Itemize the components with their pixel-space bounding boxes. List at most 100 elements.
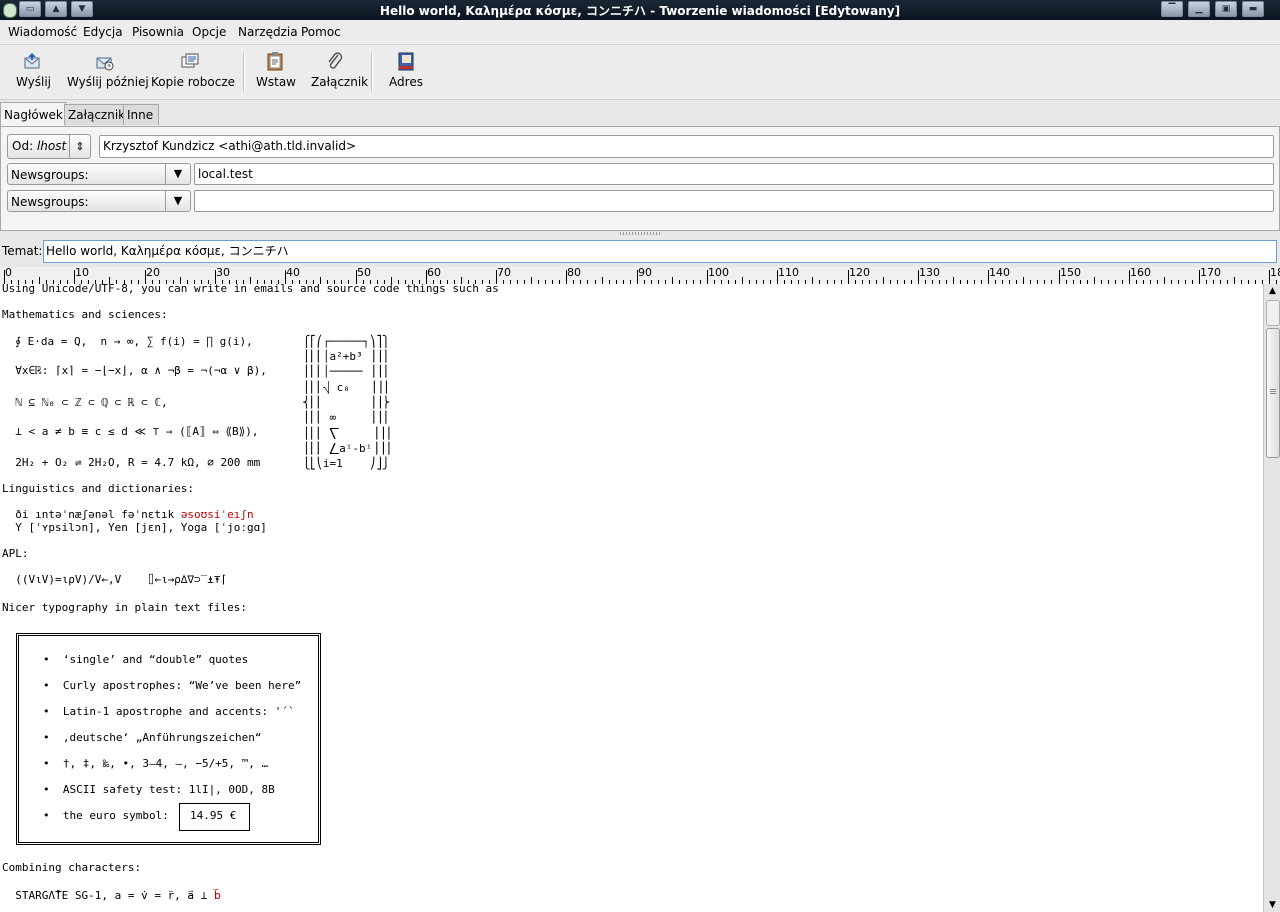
drafts-icon <box>180 51 200 71</box>
ruler-tick <box>812 277 813 284</box>
body-line: ∮ E⋅da = Q, n → ∞, ∑ f(i) = ∏ g(i), <box>2 335 253 348</box>
ruler-label: 90 <box>638 267 652 279</box>
menu-message[interactable]: Wiadomość <box>8 25 77 39</box>
section-heading: Nicer typography in plain text files: <box>2 601 248 614</box>
ruler-tick <box>39 277 40 284</box>
formula-line: ⎪⎢⎜ ∞ ⎟⎥⎪ <box>303 411 390 424</box>
title-bar: ▭ ▲ ▼ Hello world, Καλημέρα κόσμε, コンニチハ… <box>0 0 1280 20</box>
maximize-icon: ▣ <box>1221 4 1231 14</box>
ruler-tick <box>1164 277 1165 284</box>
identity-selector[interactable]: Od: lhost ⇕ <box>7 134 91 159</box>
clipboard-icon <box>265 51 285 71</box>
body-line: Using Unicode/UTF-8, you can write in em… <box>2 284 499 295</box>
identity-name: lhost <box>36 139 67 153</box>
formula-line: ⎧⎡⎛┌─────┐⎞⎤⎫ <box>303 335 390 348</box>
ruler-label: 140 <box>989 267 1010 279</box>
ruler-label: 110 <box>778 267 799 279</box>
section-heading: Linguistics and dictionaries: <box>2 482 195 495</box>
formula-line: ⎨⎢⎜ ⎟⎥⎬ <box>303 396 390 409</box>
euro-value: 14.95 € <box>190 809 237 822</box>
menu-options[interactable]: Opcje <box>192 25 226 39</box>
ruler-label: 130 <box>919 267 940 279</box>
vertical-scrollbar[interactable]: ▲ ▼ <box>1263 284 1280 912</box>
bullet-item: • Latin-1 apostrophe and accents: '´` <box>43 705 295 718</box>
ruler-tick <box>180 277 181 284</box>
ruler-tick <box>461 277 462 284</box>
ruler-tick <box>320 277 321 284</box>
ruler-label: 100 <box>708 267 729 279</box>
recipient-type-select-2[interactable]: Newsgroups: ▼ <box>7 190 191 212</box>
ruler-label: 20 <box>146 267 160 279</box>
grip-icon <box>620 232 660 235</box>
section-heading: Combining characters: <box>2 861 142 874</box>
address-book-icon <box>396 51 416 71</box>
ruler-tick <box>742 277 743 284</box>
ruler-label: 40 <box>286 267 300 279</box>
attachment-button[interactable]: Załącznik <box>311 51 368 89</box>
address-button[interactable]: Adres <box>389 51 423 89</box>
menu-edit[interactable]: Edycja <box>83 25 123 39</box>
minimize-button[interactable]: ▁ <box>1188 1 1210 17</box>
ruler-label: 60 <box>427 267 441 279</box>
formula-line: ⎪⎢⎜ ⎳aⁱ-bⁱ⎟⎥⎪ <box>303 442 393 455</box>
recipient-type-select-1[interactable]: Newsgroups: ▼ <box>7 163 191 185</box>
ruler-label: 18 <box>1270 267 1280 279</box>
close-button[interactable]: ▬ <box>1242 1 1264 17</box>
toolbar-separator <box>243 53 245 91</box>
bullet-item: • ‚deutsche‘ „Anführungszeichen“ <box>43 731 262 744</box>
grip-icon <box>1270 389 1276 395</box>
tab-header[interactable]: Nagłówek <box>0 102 66 127</box>
send-later-icon <box>94 51 114 71</box>
body-line: ∀x∈ℝ: ⌈x⌉ = −⌊−x⌋, α ∧ ¬β = ¬(¬α ∨ β), <box>2 364 267 377</box>
menu-tools[interactable]: Narzędzia <box>238 25 298 39</box>
tab-other[interactable]: Inne <box>123 104 159 125</box>
body-line: STARGΛ̊TE SG-1, a = v̇ = r̈, a⃑ ⊥ b⃑ <box>2 889 222 902</box>
body-line: ði ıntəˈnæʃənəl fəˈnɛtık əsoʊsiˈeıʃn <box>2 508 254 521</box>
scroll-track-segment <box>1266 300 1280 326</box>
header-panel: Od: lhost ⇕ Krzysztof Kundzicz <athi@ath… <box>0 126 1280 231</box>
send-later-button[interactable]: Wyślij później <box>67 51 149 89</box>
formula-line: ⎪⎢⎜⎷ c₈ ⎟⎥⎪ <box>303 381 390 394</box>
recipient-field-2[interactable] <box>194 190 1274 212</box>
subject-label: Temat: <box>2 244 43 258</box>
from-label: Od: <box>12 139 34 153</box>
subject-input[interactable]: Hello world, Καλημέρα κόσμε, コンニチハ <box>43 240 1277 263</box>
paperclip-icon <box>325 51 345 71</box>
minimize-icon: ▁ <box>1195 4 1203 14</box>
send-button[interactable]: Wyślij <box>16 51 51 89</box>
help-button[interactable]: ▔ <box>1161 1 1183 17</box>
ruler: 0 10 20 30 40 50 60 70 80 90 100 110 120 130 140 150 160… <box>0 267 1280 284</box>
scroll-thumb[interactable] <box>1266 328 1280 458</box>
header-splitter[interactable] <box>0 229 1280 239</box>
ruler-label: 70 <box>497 267 511 279</box>
maximize-button[interactable]: ▣ <box>1215 1 1237 17</box>
ruler-tick <box>1023 277 1024 284</box>
message-editor[interactable]: Using Unicode/UTF-8, you can write in em… <box>0 284 1263 912</box>
scroll-up-icon[interactable]: ▲ <box>1265 284 1280 298</box>
ruler-tick <box>953 277 954 284</box>
body-line: ℕ ⊆ ℕ₀ ⊂ ℤ ⊂ ℚ ⊂ ℝ ⊂ ℂ, <box>2 396 168 409</box>
formula-line: ⎪⎢⎜│───── ⎟⎥⎪ <box>303 365 390 378</box>
ruler-label: 50 <box>357 267 371 279</box>
ruler-label: 80 <box>567 267 581 279</box>
toolbar: Wyślij Wyślij później Kopie robocze Wsta… <box>0 45 1280 100</box>
window-title: Hello world, Καλημέρα κόσμε, コンニチハ - Two… <box>379 4 901 18</box>
ruler-tick <box>531 277 532 284</box>
recipient-field-1[interactable]: local.test <box>194 163 1274 185</box>
ruler-label: 120 <box>849 267 870 279</box>
chevron-down-icon: ▼ <box>165 164 190 184</box>
menu-bar: Wiadomość Edycja Pisownia Opcje Narzędzi… <box>0 20 1280 45</box>
insert-button[interactable]: Wstaw <box>256 51 296 89</box>
drafts-button[interactable]: Kopie robocze <box>151 51 235 89</box>
body-line: Y [ˈʏpsilɔn], Yen [jɛn], Yoga [ˈjoːgɑ] <box>2 521 267 534</box>
tab-attachments[interactable]: Załączniki <box>64 104 128 125</box>
scroll-down-icon[interactable]: ▼ <box>1265 898 1280 912</box>
menu-spelling[interactable]: Pisownia <box>132 25 184 39</box>
body-line: 2H₂ + O₂ ⇌ 2H₂O, R = 4.7 kΩ, ⌀ 200 mm <box>2 456 261 469</box>
bullet-item: • ‘single’ and “double” quotes <box>43 653 249 666</box>
send-icon <box>22 51 42 71</box>
body-line: ((V⍳V)=⍳⍴V)/V←,V ⌷←⍳→⍴∆∇⊃‾⍎⍕⌈ <box>2 573 228 586</box>
from-field[interactable]: Krzysztof Kundzicz <athi@ath.tld.invalid… <box>99 135 1274 158</box>
bullet-item: • ASCII safety test: 1lI|, 0OD, 8B <box>43 783 275 796</box>
menu-help[interactable]: Pomoc <box>301 25 341 39</box>
